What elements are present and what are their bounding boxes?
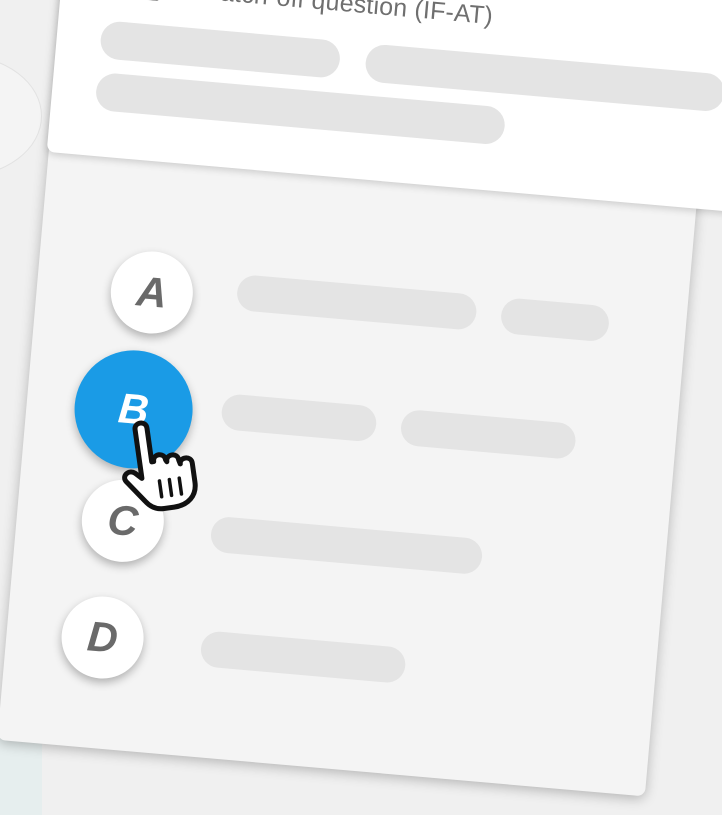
question-text-placeholder [99, 20, 342, 79]
hand-pointer-icon [122, 420, 198, 512]
scratch-card-icon [115, 0, 162, 1]
question-title: Scratch-off question (IF-AT) [181, 0, 495, 31]
option-d-text-placeholder [199, 630, 407, 684]
option-b-text-placeholder [399, 408, 577, 460]
tilted-content: Scratch-off question (IF-AT) A B C D [0, 0, 722, 815]
option-a-text-placeholder [235, 274, 478, 331]
option-a-text-placeholder [499, 297, 611, 343]
stage: Scratch-off question (IF-AT) A B C D [0, 0, 722, 815]
option-b-text-placeholder [220, 393, 378, 443]
option-c-text-placeholder [209, 515, 484, 576]
